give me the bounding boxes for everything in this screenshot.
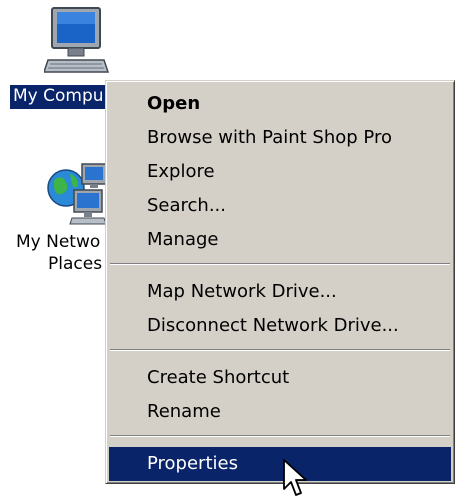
menu-item-create-shortcut[interactable]: Create Shortcut — [109, 361, 451, 395]
menu-item-map-network-drive[interactable]: Map Network Drive... — [109, 275, 451, 309]
menu-item-explore[interactable]: Explore — [109, 155, 451, 189]
menu-item-disconnect-network-drive[interactable]: Disconnect Network Drive... — [109, 309, 451, 343]
menu-item-properties[interactable]: Properties — [109, 447, 451, 481]
menu-separator — [110, 263, 450, 265]
menu-separator — [110, 435, 450, 437]
network-places-icon — [47, 163, 107, 225]
mouse-pointer-icon — [283, 459, 307, 496]
context-menu: Open Browse with Paint Shop Pro Explore … — [105, 80, 455, 484]
menu-item-manage[interactable]: Manage — [109, 223, 451, 257]
my-computer-label: My Compu — [10, 85, 107, 109]
my-network-label-line2: Places — [48, 254, 103, 274]
computer-icon — [44, 7, 110, 73]
menu-item-open[interactable]: Open — [109, 87, 451, 121]
my-network-label-line1: My Netwo — [16, 232, 101, 252]
menu-separator — [110, 349, 450, 351]
menu-item-search[interactable]: Search... — [109, 189, 451, 223]
menu-item-rename[interactable]: Rename — [109, 395, 451, 429]
menu-item-browse-paint-shop-pro[interactable]: Browse with Paint Shop Pro — [109, 121, 451, 155]
